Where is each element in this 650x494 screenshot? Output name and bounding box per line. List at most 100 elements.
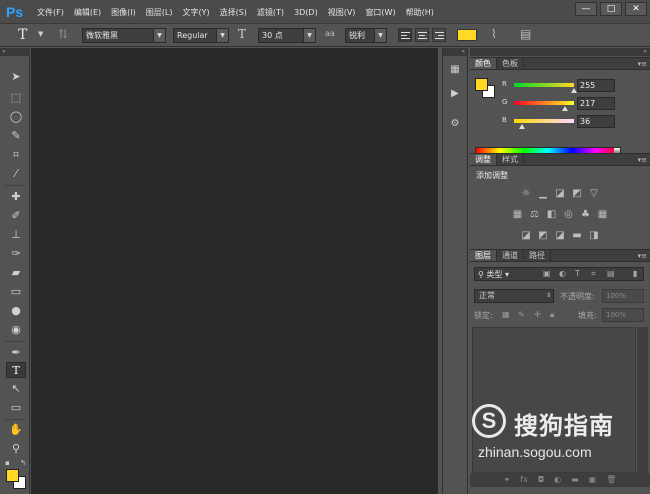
lock-all-icon[interactable]: 🔒︎: [550, 310, 554, 320]
dodge-tool-icon[interactable]: ◉: [6, 322, 26, 338]
new-layer-icon[interactable]: ▣: [589, 473, 597, 487]
eraser-tool-icon[interactable]: ▰: [6, 265, 26, 281]
properties-panel-icon[interactable]: ⚙: [447, 116, 463, 132]
opacity-field[interactable]: 100%: [602, 289, 644, 303]
new-group-icon[interactable]: ▬: [571, 473, 579, 487]
type-tool-icon[interactable]: T: [6, 362, 26, 378]
align-right-icon[interactable]: [432, 28, 446, 42]
layers-scrollbar[interactable]: [637, 327, 648, 473]
fill-field[interactable]: 100%: [602, 308, 644, 322]
history-brush-tool-icon[interactable]: ✑: [6, 246, 26, 262]
path-selection-tool-icon[interactable]: ↖: [6, 381, 26, 397]
actions-play-icon[interactable]: ▶: [447, 86, 463, 102]
clone-stamp-tool-icon[interactable]: ⊥: [6, 227, 26, 243]
menu-help[interactable]: 帮助(H): [406, 7, 434, 18]
lasso-tool-icon[interactable]: ◯: [6, 109, 26, 125]
lock-image-icon[interactable]: ✎: [518, 310, 525, 319]
blend-mode-select[interactable]: 正常 ⇕: [474, 289, 554, 303]
slider-thumb[interactable]: [519, 124, 526, 129]
marquee-tool-icon[interactable]: ⬚: [6, 90, 26, 106]
panel-menu-icon[interactable]: ▾≡: [638, 154, 647, 166]
lock-transparent-icon[interactable]: ▦: [502, 310, 510, 319]
character-panel-icon[interactable]: ▤: [520, 27, 531, 42]
slider-track[interactable]: [514, 101, 574, 105]
menu-filter[interactable]: 滤镜(T): [257, 7, 284, 18]
minimize-button[interactable]: —: [575, 2, 597, 16]
filter-toggle-icon[interactable]: ▮: [633, 269, 637, 278]
swap-colors-icon[interactable]: ↰: [20, 459, 26, 467]
value-field[interactable]: 36: [577, 115, 615, 128]
black-white-icon[interactable]: ◧: [546, 209, 558, 221]
align-left-icon[interactable]: [398, 28, 412, 42]
tab-layers[interactable]: 图层: [470, 250, 497, 261]
adjustment-layer-icon[interactable]: ◐: [554, 473, 561, 487]
exposure-icon[interactable]: ◩: [571, 188, 583, 200]
tab-swatches[interactable]: 色板: [497, 58, 524, 69]
layer-filter-select[interactable]: ⚲ 类型 ▾ ▣ ◐ T ⌗ ▤ ▮: [474, 267, 644, 281]
brush-tool-icon[interactable]: ✐: [6, 208, 26, 224]
value-field[interactable]: 255: [577, 79, 615, 92]
canvas-area[interactable]: [31, 48, 438, 494]
filter-type-icon[interactable]: T: [575, 269, 580, 278]
quick-select-tool-icon[interactable]: ✎: [6, 128, 26, 144]
color-balance-icon[interactable]: ⚖: [529, 209, 541, 221]
layer-mask-icon[interactable]: ◘: [538, 473, 544, 487]
brightness-contrast-icon[interactable]: ☼: [520, 188, 532, 200]
panel-menu-icon[interactable]: ▾≡: [638, 250, 647, 262]
crop-tool-icon[interactable]: ⌗: [6, 147, 26, 163]
foreground-color-swatch[interactable]: [6, 469, 19, 482]
levels-icon[interactable]: ▁: [537, 188, 549, 200]
color-lookup-icon[interactable]: ▦: [597, 209, 609, 221]
font-style-select[interactable]: Regular ▼: [173, 28, 229, 43]
curves-icon[interactable]: ◪: [554, 188, 566, 200]
channel-mixer-icon[interactable]: ♣: [580, 209, 592, 221]
rectangle-tool-icon[interactable]: ▭: [6, 400, 26, 416]
tab-styles[interactable]: 样式: [497, 154, 524, 165]
lock-position-icon[interactable]: ✛: [534, 310, 541, 319]
healing-brush-tool-icon[interactable]: ✚: [6, 189, 26, 205]
slider-track[interactable]: [514, 83, 574, 87]
filter-adjustment-icon[interactable]: ◐: [559, 269, 566, 278]
value-field[interactable]: 217: [577, 97, 615, 110]
vibrance-icon[interactable]: ▽: [588, 188, 600, 200]
maximize-button[interactable]: □: [600, 2, 622, 16]
gradient-tool-icon[interactable]: ▭: [6, 284, 26, 300]
link-layers-icon[interactable]: ⚭: [504, 473, 511, 487]
move-tool-icon[interactable]: ➤: [6, 69, 26, 85]
tab-adjustments[interactable]: 调整: [470, 154, 497, 165]
panel-menu-icon[interactable]: ▾≡: [638, 58, 647, 70]
gradient-map-icon[interactable]: ▬: [571, 230, 583, 242]
blur-tool-icon[interactable]: ●: [6, 303, 26, 319]
close-button[interactable]: ✕: [625, 2, 647, 16]
chevron-down-icon[interactable]: ▼: [38, 30, 43, 45]
filter-pixel-icon[interactable]: ▣: [543, 269, 551, 278]
menu-edit[interactable]: 编辑(E): [74, 7, 101, 18]
text-orientation-icon[interactable]: ⇅: [58, 27, 68, 42]
color-panel-foreground-swatch[interactable]: [475, 78, 488, 91]
menu-select[interactable]: 选择(S): [220, 7, 247, 18]
zoom-tool-icon[interactable]: ⚲: [6, 441, 26, 457]
layers-list[interactable]: [472, 327, 636, 473]
collapse-dock-icon[interactable]: «: [443, 48, 467, 56]
selective-color-icon[interactable]: ◨: [588, 230, 600, 242]
menu-type[interactable]: 文字(Y): [182, 7, 209, 18]
menu-window[interactable]: 窗口(W): [365, 7, 395, 18]
menu-view[interactable]: 视图(V): [328, 7, 356, 18]
type-tool-preset-icon[interactable]: T: [18, 27, 27, 43]
warp-text-icon[interactable]: ⌇: [491, 27, 497, 42]
filter-smart-object-icon[interactable]: ▤: [607, 269, 615, 278]
font-family-select[interactable]: 微软雅黑 ▼: [82, 28, 166, 43]
posterize-icon[interactable]: ◩: [537, 230, 549, 242]
layer-style-icon[interactable]: fx: [520, 473, 528, 487]
collapse-panels-icon[interactable]: »: [470, 48, 650, 56]
filter-shape-icon[interactable]: ⌗: [591, 269, 596, 279]
pen-tool-icon[interactable]: ✒: [6, 345, 26, 361]
font-size-select[interactable]: 30 点 ▼: [258, 28, 316, 43]
eyedropper-tool-icon[interactable]: ⁄: [6, 166, 26, 182]
text-color-swatch[interactable]: [457, 29, 477, 41]
history-panel-icon[interactable]: ▦: [447, 62, 463, 78]
photo-filter-icon[interactable]: ◎: [563, 209, 575, 221]
default-colors-icon[interactable]: ▪: [5, 459, 10, 467]
tab-channels[interactable]: 通道: [497, 250, 524, 261]
hand-tool-icon[interactable]: ✋: [6, 422, 26, 438]
